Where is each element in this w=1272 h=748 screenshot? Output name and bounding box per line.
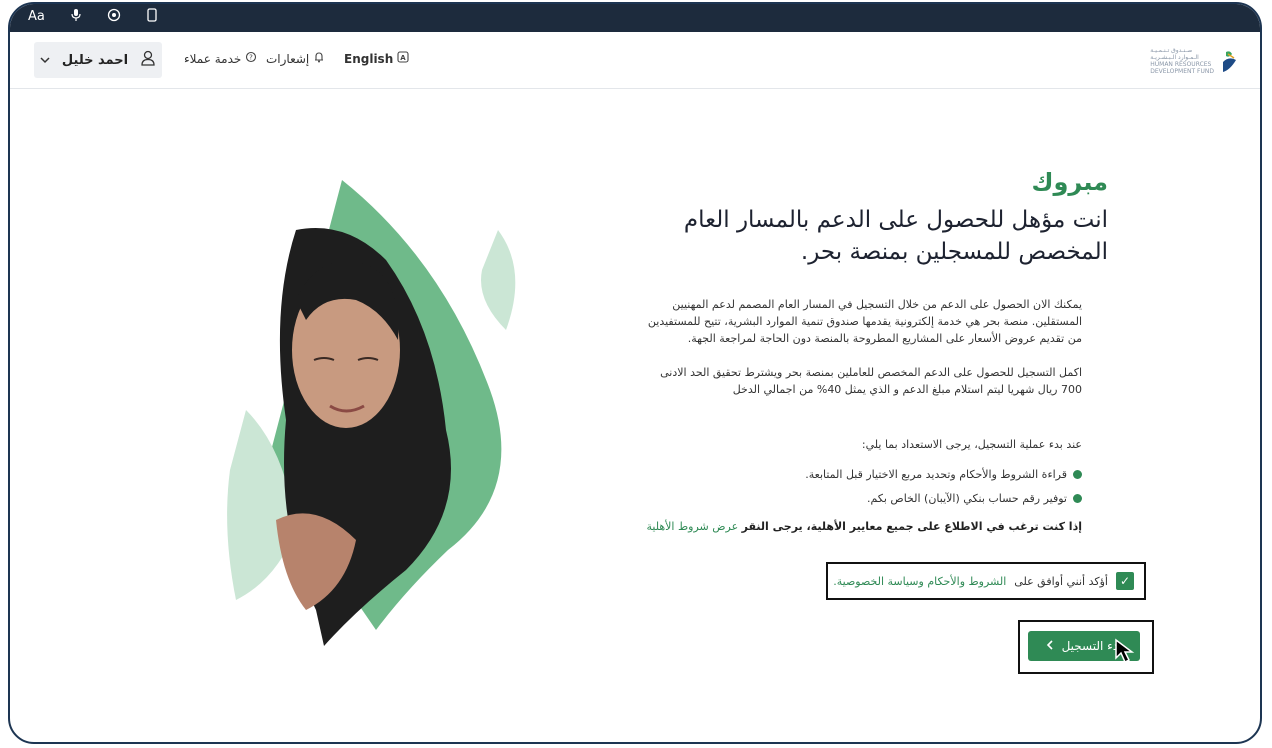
eligibility-line: إذا كنت ترغب في الاطلاع على جميع معايير …: [646, 520, 1082, 533]
congrats-title: مبروك: [1031, 168, 1109, 196]
language-switch[interactable]: A English: [344, 51, 409, 66]
translate-icon: A: [397, 51, 409, 66]
chevron-left-icon: [1046, 639, 1054, 653]
start-button-highlight-box: بدء التسجيل: [1018, 620, 1154, 674]
user-menu-button[interactable]: احمد خليل: [34, 42, 162, 78]
user-icon: [140, 50, 156, 70]
eye-icon[interactable]: [107, 8, 121, 28]
eligibility-terms-link[interactable]: عرض شروط الأهلية: [646, 520, 738, 533]
eligibility-headline: انت مؤهل للحصول على الدعم بالمسار العام …: [683, 207, 1108, 265]
bell-icon: [313, 51, 325, 66]
terms-privacy-link[interactable]: الشروط والأحكام وسياسة الخصوصية.: [833, 575, 1006, 588]
hero-illustration: [227, 180, 516, 646]
chevron-down-icon: [40, 53, 50, 68]
headset-icon: ?: [245, 51, 257, 66]
customer-service-link[interactable]: ? خدمة عملاء: [184, 51, 257, 66]
text-size-icon[interactable]: Aa: [28, 8, 45, 28]
microphone-icon[interactable]: [71, 8, 81, 28]
support-paragraph: اكمل التسجيل للحصول على الدعم المخصص للع…: [660, 366, 1082, 396]
bullet-icon: [1073, 470, 1082, 479]
svg-text:A: A: [401, 54, 407, 62]
list-item: قراءة الشروط والأحكام وتحديد مربع الاختي…: [805, 468, 1082, 481]
hrdf-logo[interactable]: صـنـدوق تـنـمـيـة الـمـوارد الـبـشـريـة …: [1146, 44, 1238, 78]
consent-checkbox[interactable]: ✓: [1116, 572, 1134, 590]
language-label: English: [344, 51, 394, 66]
bullet-icon: [1073, 494, 1082, 503]
consent-text: أؤكد أنني أوافق على: [1014, 574, 1108, 588]
preparation-title: عند بدء عملية التسجيل، يرجى الاستعداد بم…: [861, 438, 1082, 451]
consent-highlight-box: ✓ أؤكد أنني أوافق على الشروط والأحكام وس…: [826, 562, 1146, 600]
mouse-cursor-icon: [1115, 638, 1135, 664]
tablet-icon[interactable]: [147, 8, 157, 28]
site-header: احمد خليل ? خدمة عملاء إشعارات A English: [10, 32, 1260, 89]
accessibility-toolbar: Aa: [10, 4, 1260, 32]
notifications-label: إشعارات: [266, 51, 310, 66]
logo-text: صـنـدوق تـنـمـيـة الـمـوارد الـبـشـريـة …: [1150, 47, 1214, 75]
logo-mark-icon: [1223, 51, 1236, 72]
notifications-link[interactable]: إشعارات: [266, 51, 325, 66]
customer-service-label: خدمة عملاء: [184, 51, 242, 66]
device-frame: Aa احمد خليل ? خدمة عملاء إشعارات A Engl…: [8, 2, 1262, 744]
svg-text:?: ?: [249, 54, 253, 62]
user-name: احمد خليل: [61, 52, 129, 68]
intro-paragraph: يمكنك الان الحصول على الدعم من خلال التس…: [647, 298, 1082, 345]
list-item: توفير رقم حساب بنكي (الآيبان) الخاص بكم.: [867, 492, 1082, 505]
